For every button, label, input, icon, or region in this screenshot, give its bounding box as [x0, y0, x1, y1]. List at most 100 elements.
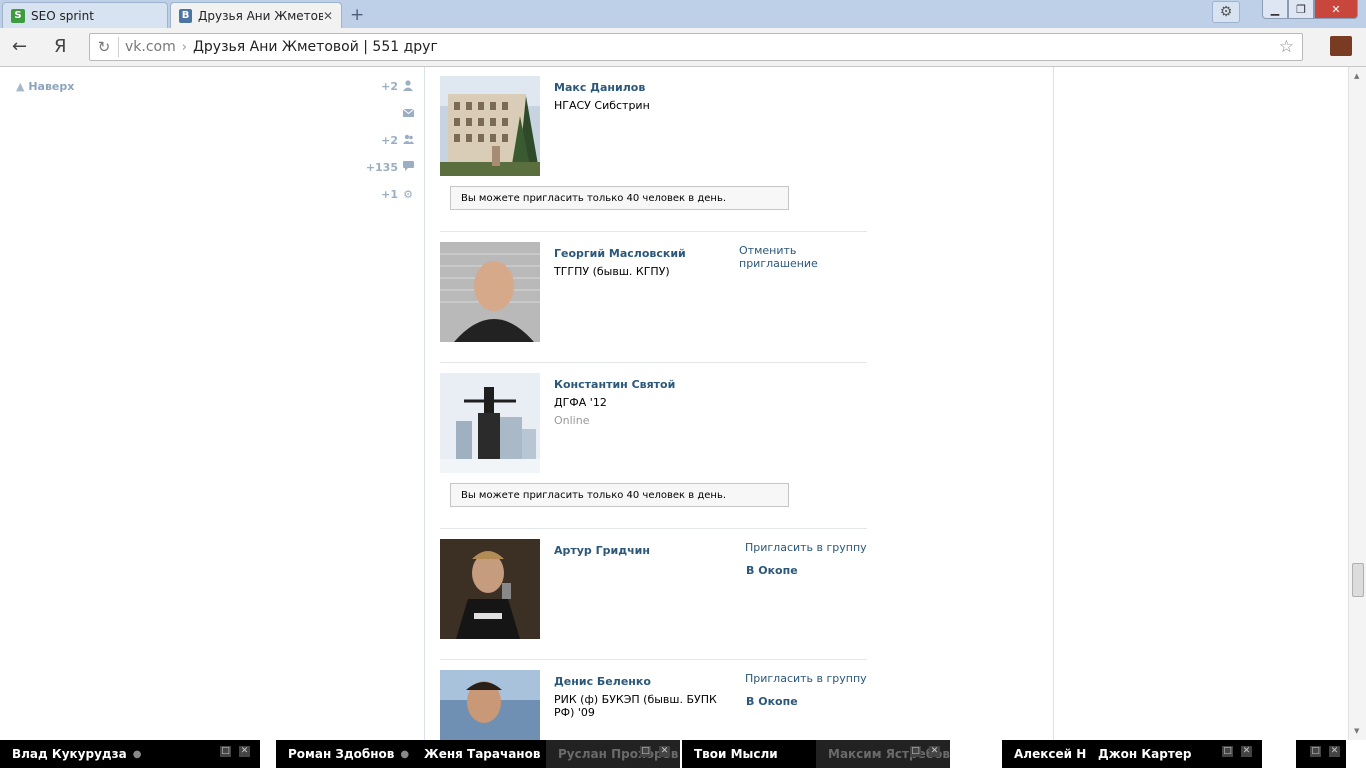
chat-bar: Влад Кукурудза ● □ ✕ Роман Здобнов ● Жен…	[0, 740, 1366, 768]
counter-value: +1	[381, 188, 398, 201]
list-item: Георгий Масловский ТГГПУ (бывш. КГПУ) От…	[440, 242, 867, 363]
list-item: Денис Беленко РИК (ф) БУКЭП (бывш. БУПК …	[440, 670, 867, 740]
close-icon[interactable]: ✕	[1241, 746, 1252, 757]
scroll-up-arrow-icon[interactable]: ▲	[1354, 72, 1359, 80]
left-counters: +2 +2 +135 +1 ⚙	[360, 80, 414, 215]
profile-avatar[interactable]	[1330, 36, 1352, 56]
invite-to-group-link[interactable]: Пригласить в группу	[745, 672, 867, 685]
chat-name: Алексей Назаров	[1014, 747, 1086, 761]
friends-list: Макс Данилов НГАСУ Сибстрин Вы можете пр…	[424, 67, 884, 740]
close-tab-icon[interactable]: ✕	[323, 9, 333, 23]
friends-counter[interactable]: +2	[360, 80, 414, 107]
mail-icon	[402, 107, 414, 120]
close-icon[interactable]: ✕	[1329, 746, 1340, 757]
friend-name-link[interactable]: Артур Гридчин	[554, 544, 650, 557]
group-name-link[interactable]: В Окопе	[746, 564, 798, 577]
restore-icon[interactable]: □	[910, 746, 921, 757]
close-window-icon[interactable]: ✕	[1314, 0, 1358, 19]
friend-name-link[interactable]: Макс Данилов	[554, 81, 645, 94]
tab-vk-friends[interactable]: B Друзья Ани Жметово ✕	[170, 2, 342, 28]
bookmark-star-icon[interactable]: ☆	[1279, 37, 1294, 57]
gear-icon: ⚙	[403, 188, 413, 201]
friend-photo[interactable]	[440, 76, 540, 176]
chat-controls: □ ✕	[910, 746, 940, 757]
chat-tab[interactable]: □ ✕	[1296, 740, 1346, 768]
page-content: ▲ Наверх +2 +2 +135 +1 ⚙ Макс Данилов НГ…	[0, 67, 1348, 740]
chat-name: Женя Тарачанов	[424, 747, 541, 761]
chat-tab[interactable]: Джон Картер □ ✕	[1086, 740, 1262, 768]
tab-title: Друзья Ани Жметово	[198, 8, 323, 23]
friend-name-link[interactable]: Георгий Масловский	[554, 247, 686, 260]
settings-counter[interactable]: +1 ⚙	[360, 188, 414, 215]
scrollbar-thumb[interactable]	[1352, 563, 1364, 597]
restore-icon[interactable]: □	[220, 746, 231, 757]
restore-icon[interactable]: □	[1222, 746, 1233, 757]
address-bar[interactable]: ↻ vk.com › Друзья Ани Жметовой | 551 дру…	[89, 33, 1303, 61]
divider	[440, 659, 867, 660]
chat-controls: □ ✕	[220, 746, 250, 757]
counter-value: +2	[381, 134, 398, 147]
maximize-icon[interactable]: ❐	[1288, 0, 1314, 19]
omnibox-divider	[118, 37, 119, 57]
settings-gear-icon[interactable]: ⚙	[1212, 1, 1240, 23]
scroll-to-top-link[interactable]: ▲ Наверх	[16, 80, 74, 93]
list-item: Макс Данилов НГАСУ Сибстрин Вы можете пр…	[440, 76, 867, 232]
list-item: Артур Гридчин Пригласить в группу В Окоп…	[440, 539, 867, 660]
restore-icon[interactable]: □	[640, 746, 651, 757]
counter-value: +135	[365, 161, 398, 174]
group-name-link[interactable]: В Окопе	[746, 695, 798, 708]
chat-controls: □ ✕	[1310, 746, 1340, 757]
url-separator: ›	[181, 39, 187, 55]
divider	[440, 231, 867, 232]
vk-favicon-icon: B	[179, 8, 193, 23]
reload-icon[interactable]: ↻	[90, 38, 118, 56]
triangle-up-icon: ▲	[16, 80, 25, 93]
friend-photo[interactable]	[440, 242, 540, 342]
friend-name-link[interactable]: Константин Святой	[554, 378, 675, 391]
chat-name: Роман Здобнов	[288, 747, 395, 761]
chat-tab[interactable]: Твои Мысли	[682, 740, 816, 768]
friend-photo[interactable]	[440, 670, 540, 740]
close-icon[interactable]: ✕	[929, 746, 940, 757]
chat-name: Твои Мысли	[694, 747, 778, 761]
chat-controls: □ ✕	[640, 746, 670, 757]
friend-photo[interactable]	[440, 539, 540, 639]
url-domain: vk.com	[125, 39, 176, 55]
users-icon	[402, 134, 414, 147]
divider	[440, 528, 867, 529]
new-tab-icon[interactable]: +	[350, 5, 364, 25]
browser-tab-bar: S SEO sprint B Друзья Ани Жметово ✕ + ⚙ …	[0, 0, 1366, 28]
friend-university: ТГГПУ (бывш. КГПУ)	[554, 265, 670, 278]
chat-name: Влад Кукурудза	[12, 747, 127, 761]
tab-seo-sprint[interactable]: S SEO sprint	[2, 2, 168, 28]
page-scrollbar[interactable]: ▲ ▼	[1348, 67, 1366, 740]
chat-tab[interactable]: Алексей Назаров	[1002, 740, 1086, 768]
cancel-invite-link[interactable]: Отменить приглашение	[739, 244, 867, 270]
minimize-icon[interactable]: ▁	[1262, 0, 1288, 19]
close-icon[interactable]: ✕	[239, 746, 250, 757]
chat-tab[interactable]: Влад Кукурудза ● □ ✕	[0, 740, 260, 768]
chat-tab[interactable]: Роман Здобнов ●	[276, 740, 412, 768]
filters-column	[882, 67, 1054, 740]
restore-icon[interactable]: □	[1310, 746, 1321, 757]
friend-photo[interactable]	[440, 373, 540, 473]
chat-tab[interactable]: Женя Тарачанов	[412, 740, 546, 768]
window-controls: ▁ ❐ ✕	[1262, 0, 1358, 19]
online-status: Online	[554, 414, 590, 427]
friend-name-link[interactable]: Денис Беленко	[554, 675, 651, 688]
comment-icon	[402, 161, 414, 174]
groups-counter[interactable]: +2	[360, 134, 414, 161]
comments-counter[interactable]: +135	[360, 161, 414, 188]
url-page-title: Друзья Ани Жметовой | 551 друг	[192, 39, 438, 55]
yandex-button[interactable]: Я	[54, 36, 67, 57]
chat-tab[interactable]: Максим Ястребов □ ✕	[816, 740, 950, 768]
invite-to-group-link[interactable]: Пригласить в группу	[745, 541, 867, 554]
close-icon[interactable]: ✕	[659, 746, 670, 757]
tab-title: SEO sprint	[31, 8, 94, 23]
chat-name: Джон Картер	[1098, 747, 1192, 761]
chat-controls: □ ✕	[1222, 746, 1252, 757]
chat-tab[interactable]: Руслан Прохоров □ ✕	[546, 740, 680, 768]
back-arrow-icon[interactable]: ←	[12, 36, 27, 57]
messages-counter[interactable]	[360, 107, 414, 134]
scroll-down-arrow-icon[interactable]: ▼	[1354, 727, 1359, 735]
